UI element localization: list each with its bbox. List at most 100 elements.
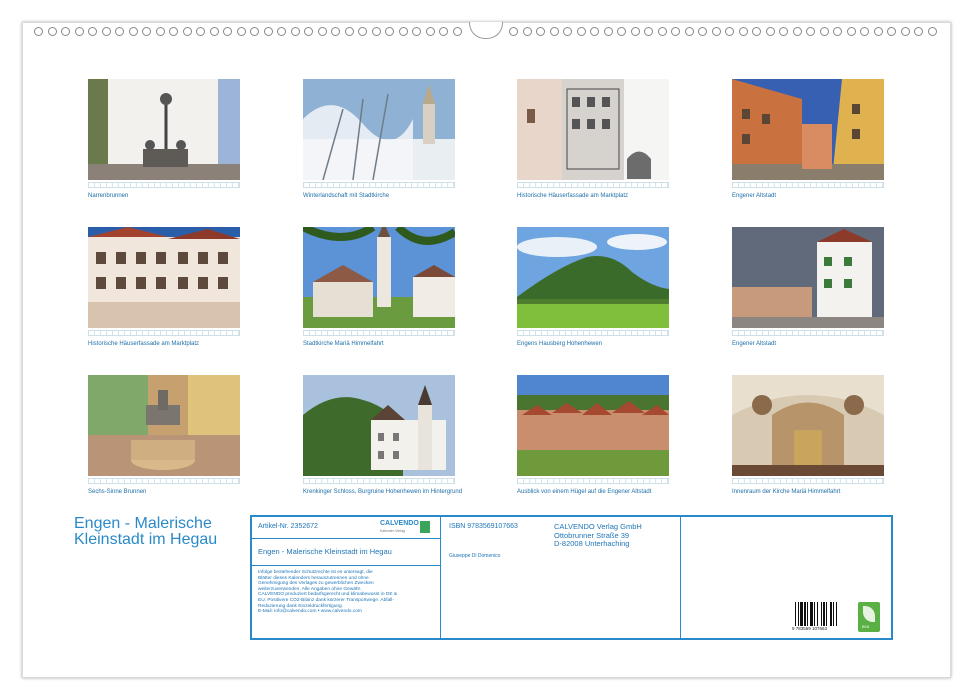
binding-ring — [47, 27, 57, 36]
photo-fountain — [88, 375, 240, 476]
photo-caption: Engener Altstadt — [732, 341, 777, 347]
binding-ring — [223, 27, 232, 36]
binding-ring — [358, 27, 367, 36]
binding-ring — [155, 27, 165, 36]
barcode-bar — [804, 602, 806, 626]
publisher-address: CALVENDO Verlag GmbH Ottobrunner Straße … — [554, 522, 642, 548]
binding-ring — [34, 27, 43, 36]
divider — [680, 517, 681, 638]
binding-ring — [522, 27, 532, 36]
binding-ring — [927, 27, 937, 36]
date-strip — [517, 182, 669, 188]
binding-ring — [452, 27, 462, 36]
photo-winter-church — [303, 79, 455, 180]
photo-caption: Winterlandschaft mit Stadtkirche — [303, 193, 390, 199]
binding-ring — [61, 27, 70, 36]
binding-ring — [563, 27, 572, 36]
date-strip — [303, 330, 455, 336]
divider — [440, 517, 441, 638]
barcode-bar — [830, 602, 832, 626]
photo-caption: Historische Häuserfassade am Marktplatz — [517, 193, 629, 199]
binding-ring — [590, 27, 599, 36]
binding-ring — [671, 27, 680, 36]
binding-ring — [725, 27, 734, 36]
article-number: Artikel-Nr. 2352672 — [258, 523, 318, 530]
photo-old-town-1 — [732, 79, 884, 180]
binding-ring — [536, 27, 545, 36]
date-strip — [732, 182, 884, 188]
binding-ring — [765, 27, 775, 36]
binding-ring — [657, 27, 667, 36]
barcode-bar — [833, 602, 834, 626]
binding-ring — [752, 27, 761, 36]
barcode-bar — [795, 602, 796, 626]
binding-ring — [101, 27, 111, 36]
photo-church — [303, 227, 455, 328]
photo-caption: Ausblick von einem Hügel auf die Engener… — [517, 489, 652, 495]
binding-ring — [630, 27, 640, 36]
divider — [252, 565, 440, 566]
binding-ring — [182, 27, 192, 36]
binding-ring — [209, 27, 219, 36]
binding-ring — [738, 27, 748, 36]
barcode-bar — [821, 602, 822, 626]
binding-ring — [263, 27, 273, 36]
date-strip — [303, 182, 455, 188]
photo-caption: Narrenbrunnen — [88, 193, 129, 199]
binding-ring — [806, 27, 815, 36]
date-strip — [732, 478, 884, 484]
binding-ring — [250, 27, 259, 36]
barcode-bar — [826, 602, 827, 626]
author: Giuseppe Di Domenico — [449, 553, 501, 559]
date-strip — [88, 330, 240, 336]
date-strip — [732, 330, 884, 336]
photo-narrenbrunnen — [88, 79, 240, 180]
calendar-title: Engen - Malerische Kleinstadt im Hegau — [74, 515, 218, 548]
barcode-bar — [823, 602, 825, 626]
binding-ring — [684, 27, 694, 36]
binding-ring — [439, 27, 448, 36]
binding-ring — [846, 27, 856, 36]
photo-caption: Stadtkirche Mariä Himmelfahrt — [303, 341, 384, 347]
barcode-bar — [814, 602, 815, 626]
binding-ring — [779, 27, 788, 36]
photo-caption: Sechs-Sinne Brunnen — [88, 489, 147, 495]
date-strip — [88, 478, 240, 484]
barcode-bar — [800, 602, 803, 626]
binding-ring — [74, 27, 84, 36]
photo-caption: Krenkinger Schloss, Burgruine Hohenhewen… — [303, 489, 463, 495]
binding-ring — [833, 27, 842, 36]
binding-ring — [371, 27, 381, 36]
info-box: Artikel-Nr. 2352672 CALVENDO Kalender-Ve… — [250, 515, 893, 640]
barcode-bar — [817, 602, 818, 626]
binding-ring — [412, 27, 421, 36]
binding-ring — [128, 27, 138, 36]
calvendo-logo: CALVENDO Kalender-Verlag — [380, 520, 434, 536]
binding-ring — [277, 27, 286, 36]
binding-ring — [344, 27, 354, 36]
photo-castle — [303, 375, 455, 476]
binding-ring — [617, 27, 626, 36]
photo-caption: Historische Häuserfassade am Marktplatz — [88, 341, 200, 347]
binding-ring — [142, 27, 151, 36]
photo-caption: Engener Altstadt — [732, 193, 777, 199]
binding-ring — [603, 27, 613, 36]
binding-ring — [290, 27, 300, 36]
binding-ring — [398, 27, 408, 36]
binding-ring — [576, 27, 586, 36]
binding-ring — [887, 27, 896, 36]
date-strip — [88, 182, 240, 188]
binding-ring — [115, 27, 124, 36]
binding-ring — [236, 27, 246, 36]
binding-ring — [196, 27, 205, 36]
binding-ring — [860, 27, 869, 36]
photo-facade-1 — [517, 79, 669, 180]
photo-mountain — [517, 227, 669, 328]
binding-ring — [169, 27, 178, 36]
photo-church-interior — [732, 375, 884, 476]
barcode-bar — [807, 602, 808, 626]
binding-ring — [385, 27, 394, 36]
calendar-name: Engen - Malerische Kleinstadt im Hegau — [258, 547, 392, 556]
binding-ring — [88, 27, 97, 36]
photo-old-town-2 — [732, 227, 884, 328]
